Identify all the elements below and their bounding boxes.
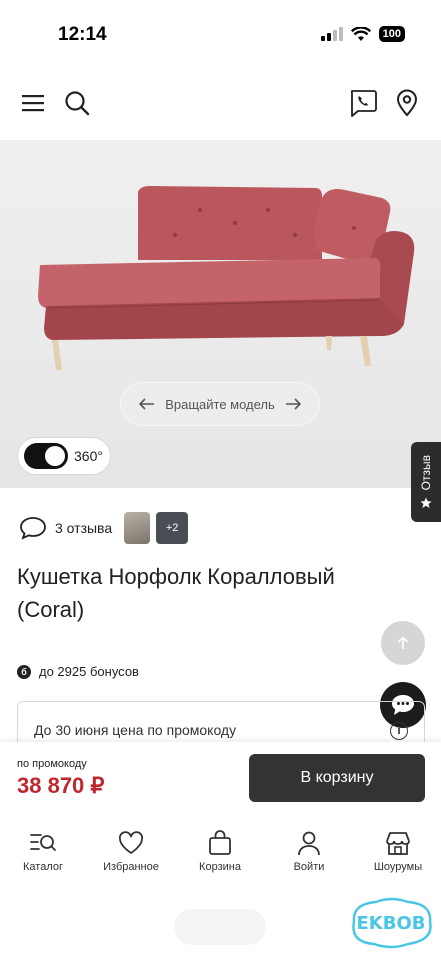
toggle-knob — [45, 446, 65, 466]
toggle-360-label: 360° — [74, 448, 103, 464]
product-title: Кушетка Норфолк Коралловый (Coral) — [17, 564, 335, 622]
location-button[interactable] — [390, 86, 424, 120]
reviews-side-tab-label: Отзыв — [419, 455, 433, 491]
promo-price-label: по промокоду — [17, 758, 87, 770]
wifi-icon — [350, 26, 371, 41]
bonus-info: б до 2925 бонусов — [17, 664, 139, 679]
tab-label: Корзина — [199, 861, 241, 873]
reviews-count: 3 отзыва — [55, 520, 113, 536]
tab-favorites[interactable]: Избранное — [91, 830, 171, 873]
add-to-cart-button[interactable]: В корзину — [249, 754, 425, 802]
status-bar: 12:14 100 — [0, 0, 441, 70]
info-icon[interactable]: i — [390, 722, 408, 740]
bottom-tab-bar: Каталог Избранное Корзина Войти Шоурумы — [0, 818, 441, 898]
price: 38 870 ₽ — [17, 773, 105, 798]
tab-label: Войти — [293, 861, 325, 873]
scroll-to-top-button[interactable] — [381, 621, 425, 665]
toggle-360[interactable]: 360° — [17, 437, 111, 475]
tab-label: Каталог — [23, 861, 63, 873]
hamburger-icon — [22, 95, 44, 112]
store-icon — [386, 832, 410, 855]
status-icons: 100 — [320, 26, 405, 42]
tab-catalog[interactable]: Каталог — [3, 830, 83, 873]
contact-button[interactable] — [346, 86, 380, 120]
user-icon — [298, 831, 320, 856]
rotate-hint-label: Вращайте модель — [165, 396, 275, 412]
sofa-image — [0, 140, 441, 488]
signal-icon — [320, 27, 343, 41]
tab-label: Шоурумы — [373, 861, 423, 873]
star-icon — [420, 497, 432, 508]
tab-cart[interactable]: Корзина — [180, 830, 260, 873]
search-button[interactable] — [60, 86, 94, 120]
phone-chat-icon — [350, 90, 377, 117]
ekbob-watermark-logo: EKBOB — [352, 897, 432, 949]
search-icon — [65, 91, 90, 116]
more-photos-count: +2 — [165, 522, 179, 534]
catalog-icon — [30, 834, 56, 851]
bonus-text: до 2925 бонусов — [39, 664, 139, 679]
review-photo-thumbnail[interactable] — [124, 512, 151, 544]
buy-bar: по промокоду 38 870 ₽ В корзину — [0, 742, 441, 817]
home-indicator — [174, 909, 266, 945]
tab-login[interactable]: Войти — [269, 830, 349, 873]
battery-indicator: 100 — [378, 26, 405, 42]
watermark-text: EKBOB — [357, 913, 426, 934]
promo-notice-text: До 30 июня цена по промокоду — [34, 722, 237, 738]
product-image-viewer[interactable]: Вращайте модель 360° — [0, 140, 441, 488]
status-time: 12:14 — [58, 24, 107, 45]
arrow-left-icon — [139, 398, 155, 410]
tab-label: Избранное — [103, 861, 159, 873]
reviews-side-tab[interactable]: Отзыв — [411, 442, 441, 522]
toggle-switch[interactable] — [24, 443, 68, 469]
bonus-badge-icon: б — [17, 664, 31, 679]
arrow-right-icon — [285, 398, 301, 410]
bag-icon — [209, 830, 231, 855]
arrow-up-icon — [397, 636, 409, 649]
reviews-summary[interactable]: 3 отзыва +2 — [19, 512, 189, 544]
heart-icon — [119, 831, 143, 854]
tab-showrooms[interactable]: Шоурумы — [358, 830, 438, 873]
top-nav — [0, 80, 441, 126]
menu-button[interactable] — [16, 86, 50, 120]
location-pin-icon — [396, 89, 418, 117]
more-photos-thumbnail[interactable]: +2 — [156, 512, 189, 544]
rotate-hint[interactable]: Вращайте модель — [121, 383, 319, 425]
comment-icon — [20, 517, 46, 540]
